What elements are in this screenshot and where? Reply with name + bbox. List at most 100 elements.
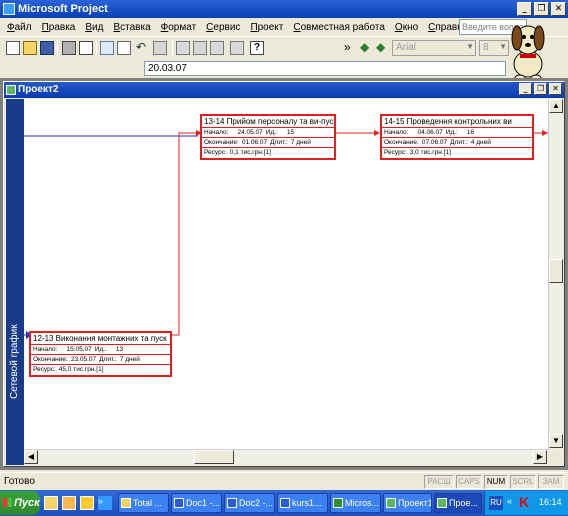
project-app-icon bbox=[3, 3, 15, 15]
node-finish-row: Окончание: 01.06.07 Длит.: 7 дней bbox=[202, 138, 334, 148]
node-start: 15.05.07 bbox=[66, 346, 92, 353]
taskbar-item-microsoft[interactable]: Micros... bbox=[330, 493, 381, 513]
paste-icon[interactable] bbox=[117, 41, 131, 55]
outdent-arrow-icon[interactable]: ◆ bbox=[360, 40, 369, 54]
menu-collaborate[interactable]: Совместная работа bbox=[288, 22, 390, 33]
print-icon[interactable] bbox=[62, 41, 76, 55]
node-resource: 45,0 тис.грн.[1] bbox=[58, 366, 104, 373]
menu-file[interactable]: Файл bbox=[2, 22, 37, 33]
open-folder-icon[interactable] bbox=[23, 41, 37, 55]
print-preview-icon[interactable] bbox=[79, 41, 93, 55]
word-icon bbox=[280, 498, 290, 508]
node-resource: 0,1 тис.грн.[1] bbox=[229, 149, 271, 156]
new-file-icon[interactable] bbox=[6, 41, 20, 55]
clock: 16:14 bbox=[539, 497, 562, 507]
network-diagram-canvas[interactable]: 12-13 Виконання монтажних та пуск Начало… bbox=[24, 99, 548, 449]
node-finish: 23.05.07 bbox=[70, 356, 97, 363]
quicklaunch-ie-icon[interactable] bbox=[62, 496, 76, 510]
doc-minimize-button[interactable]: _ bbox=[519, 83, 532, 95]
status-ovr-indicator: ЗАМ bbox=[538, 475, 564, 489]
status-num-indicator: NUM bbox=[484, 475, 508, 489]
menu-edit[interactable]: Правка bbox=[37, 22, 81, 33]
taskbar-item-doc1[interactable]: Doc1 -... bbox=[171, 493, 222, 513]
status-text: Готово bbox=[4, 476, 35, 487]
menu-format[interactable]: Формат bbox=[156, 22, 202, 33]
document-title-bar: Проект2 _ ❐ ✕ bbox=[4, 82, 564, 98]
scroll-right-icon[interactable]: ▶ bbox=[533, 450, 547, 464]
scroll-left-icon[interactable]: ◀ bbox=[24, 450, 38, 464]
doc-restore-button[interactable]: ❐ bbox=[534, 83, 547, 95]
vertical-scrollbar[interactable]: ▲ ▼ bbox=[548, 99, 563, 449]
menu-view[interactable]: Вид bbox=[80, 22, 108, 33]
help-icon[interactable]: ? bbox=[250, 41, 264, 55]
node-resource: 3,0 тис.грн.[1] bbox=[409, 149, 451, 156]
toolbar-separator bbox=[172, 40, 173, 56]
horizontal-scrollbar[interactable]: ◀ ▶ bbox=[24, 449, 548, 464]
taskbar-item-project2[interactable]: Прое... bbox=[434, 493, 482, 513]
unlink-tasks-icon[interactable] bbox=[193, 41, 207, 55]
excel-icon bbox=[333, 498, 343, 508]
indent-arrow-icon[interactable]: ◆ bbox=[376, 40, 385, 54]
language-indicator[interactable]: RU bbox=[489, 496, 503, 510]
entry-field[interactable]: 20.03.07 bbox=[144, 61, 506, 76]
view-bar: Сетевой график bbox=[6, 99, 24, 465]
save-icon[interactable] bbox=[40, 41, 54, 55]
node-duration: 4 дней bbox=[470, 139, 491, 146]
close-button[interactable]: ✕ bbox=[551, 2, 566, 16]
view-label: Сетевой график bbox=[9, 324, 20, 399]
toolbar-overflow-icon[interactable]: » bbox=[344, 40, 351, 54]
horizontal-scroll-thumb[interactable] bbox=[194, 450, 234, 464]
status-scrl-indicator: SCRL bbox=[510, 475, 536, 489]
node-start-row: Начало: 04.06.07 Ид.: 16 bbox=[382, 128, 532, 138]
quicklaunch-editor-icon[interactable] bbox=[44, 496, 58, 510]
entry-bar: 20.03.07 bbox=[0, 58, 568, 78]
task-info-icon[interactable] bbox=[230, 41, 244, 55]
node-start-row: Начало: 24.05.07 Ид.: 15 bbox=[202, 128, 334, 138]
node-finish: 01.06.07 bbox=[241, 139, 268, 146]
taskbar-item-project1[interactable]: Проект1 bbox=[383, 493, 432, 513]
network-node[interactable]: 12-13 Виконання монтажних та пуск Начало… bbox=[29, 331, 172, 377]
copy-icon[interactable] bbox=[100, 41, 114, 55]
tray-expand-icon[interactable]: « bbox=[507, 496, 512, 506]
font-select[interactable]: Arial ▼ bbox=[392, 40, 476, 56]
split-task-icon[interactable] bbox=[210, 41, 224, 55]
node-finish: 07.06.07 bbox=[421, 139, 448, 146]
word-icon bbox=[174, 498, 184, 508]
menu-tools[interactable]: Сервис bbox=[201, 22, 245, 33]
doc-close-button[interactable]: ✕ bbox=[549, 83, 562, 95]
scroll-down-icon[interactable]: ▼ bbox=[549, 434, 563, 448]
chevron-down-icon: ▼ bbox=[466, 42, 474, 51]
network-node[interactable]: 14-15 Проведення контрольних ви Начало: … bbox=[380, 114, 534, 160]
quicklaunch-overflow-icon[interactable]: » bbox=[98, 496, 112, 510]
node-title: 13-14 Прийом персоналу та ви-пуск bbox=[202, 117, 334, 128]
menu-insert[interactable]: Вставка bbox=[108, 22, 155, 33]
windows-logo-icon bbox=[3, 498, 12, 507]
vertical-scroll-thumb[interactable] bbox=[549, 259, 563, 283]
node-duration: 7 дней bbox=[119, 356, 140, 363]
node-duration: 7 дней bbox=[290, 139, 311, 146]
undo-icon[interactable]: ↶ bbox=[134, 41, 148, 55]
network-node[interactable]: 13-14 Прийом персоналу та ви-пуск Начало… bbox=[200, 114, 336, 160]
node-start-row: Начало: 15.05.07 Ид.: 13 bbox=[31, 345, 170, 355]
node-finish-row: Окончание: 23.05.07 Длит.: 7 дней bbox=[31, 355, 170, 365]
document-icon bbox=[6, 85, 16, 95]
node-start: 04.06.07 bbox=[417, 129, 443, 136]
node-finish-row: Окончание: 07.06.07 Длит.: 4 дней bbox=[382, 138, 532, 148]
taskbar-item-doc2[interactable]: Doc2 -... bbox=[224, 493, 275, 513]
quicklaunch-sun-icon[interactable] bbox=[80, 496, 94, 510]
status-caps-indicator: CAPS bbox=[456, 475, 482, 489]
status-bar: Готово РАСШ CAPS NUM SCRL ЗАМ bbox=[0, 472, 568, 490]
menu-project[interactable]: Проект bbox=[245, 22, 288, 33]
taskbar-item-total[interactable]: Total ... bbox=[118, 493, 169, 513]
menu-window[interactable]: Окно bbox=[390, 22, 423, 33]
kaspersky-icon[interactable]: K bbox=[519, 494, 529, 510]
link-tasks-icon[interactable] bbox=[176, 41, 190, 55]
project-icon bbox=[437, 498, 447, 508]
app-title-bar: Microsoft Project _ ❐ ✕ bbox=[0, 0, 568, 18]
start-button[interactable]: Пуск bbox=[0, 491, 40, 515]
scroll-up-icon[interactable]: ▲ bbox=[549, 99, 563, 113]
hyperlink-icon[interactable] bbox=[153, 41, 167, 55]
taskbar-item-kurs1[interactable]: kurs1... bbox=[277, 493, 328, 513]
toolbar-separator bbox=[96, 40, 97, 56]
office-assistant-dog-icon[interactable] bbox=[505, 12, 551, 82]
